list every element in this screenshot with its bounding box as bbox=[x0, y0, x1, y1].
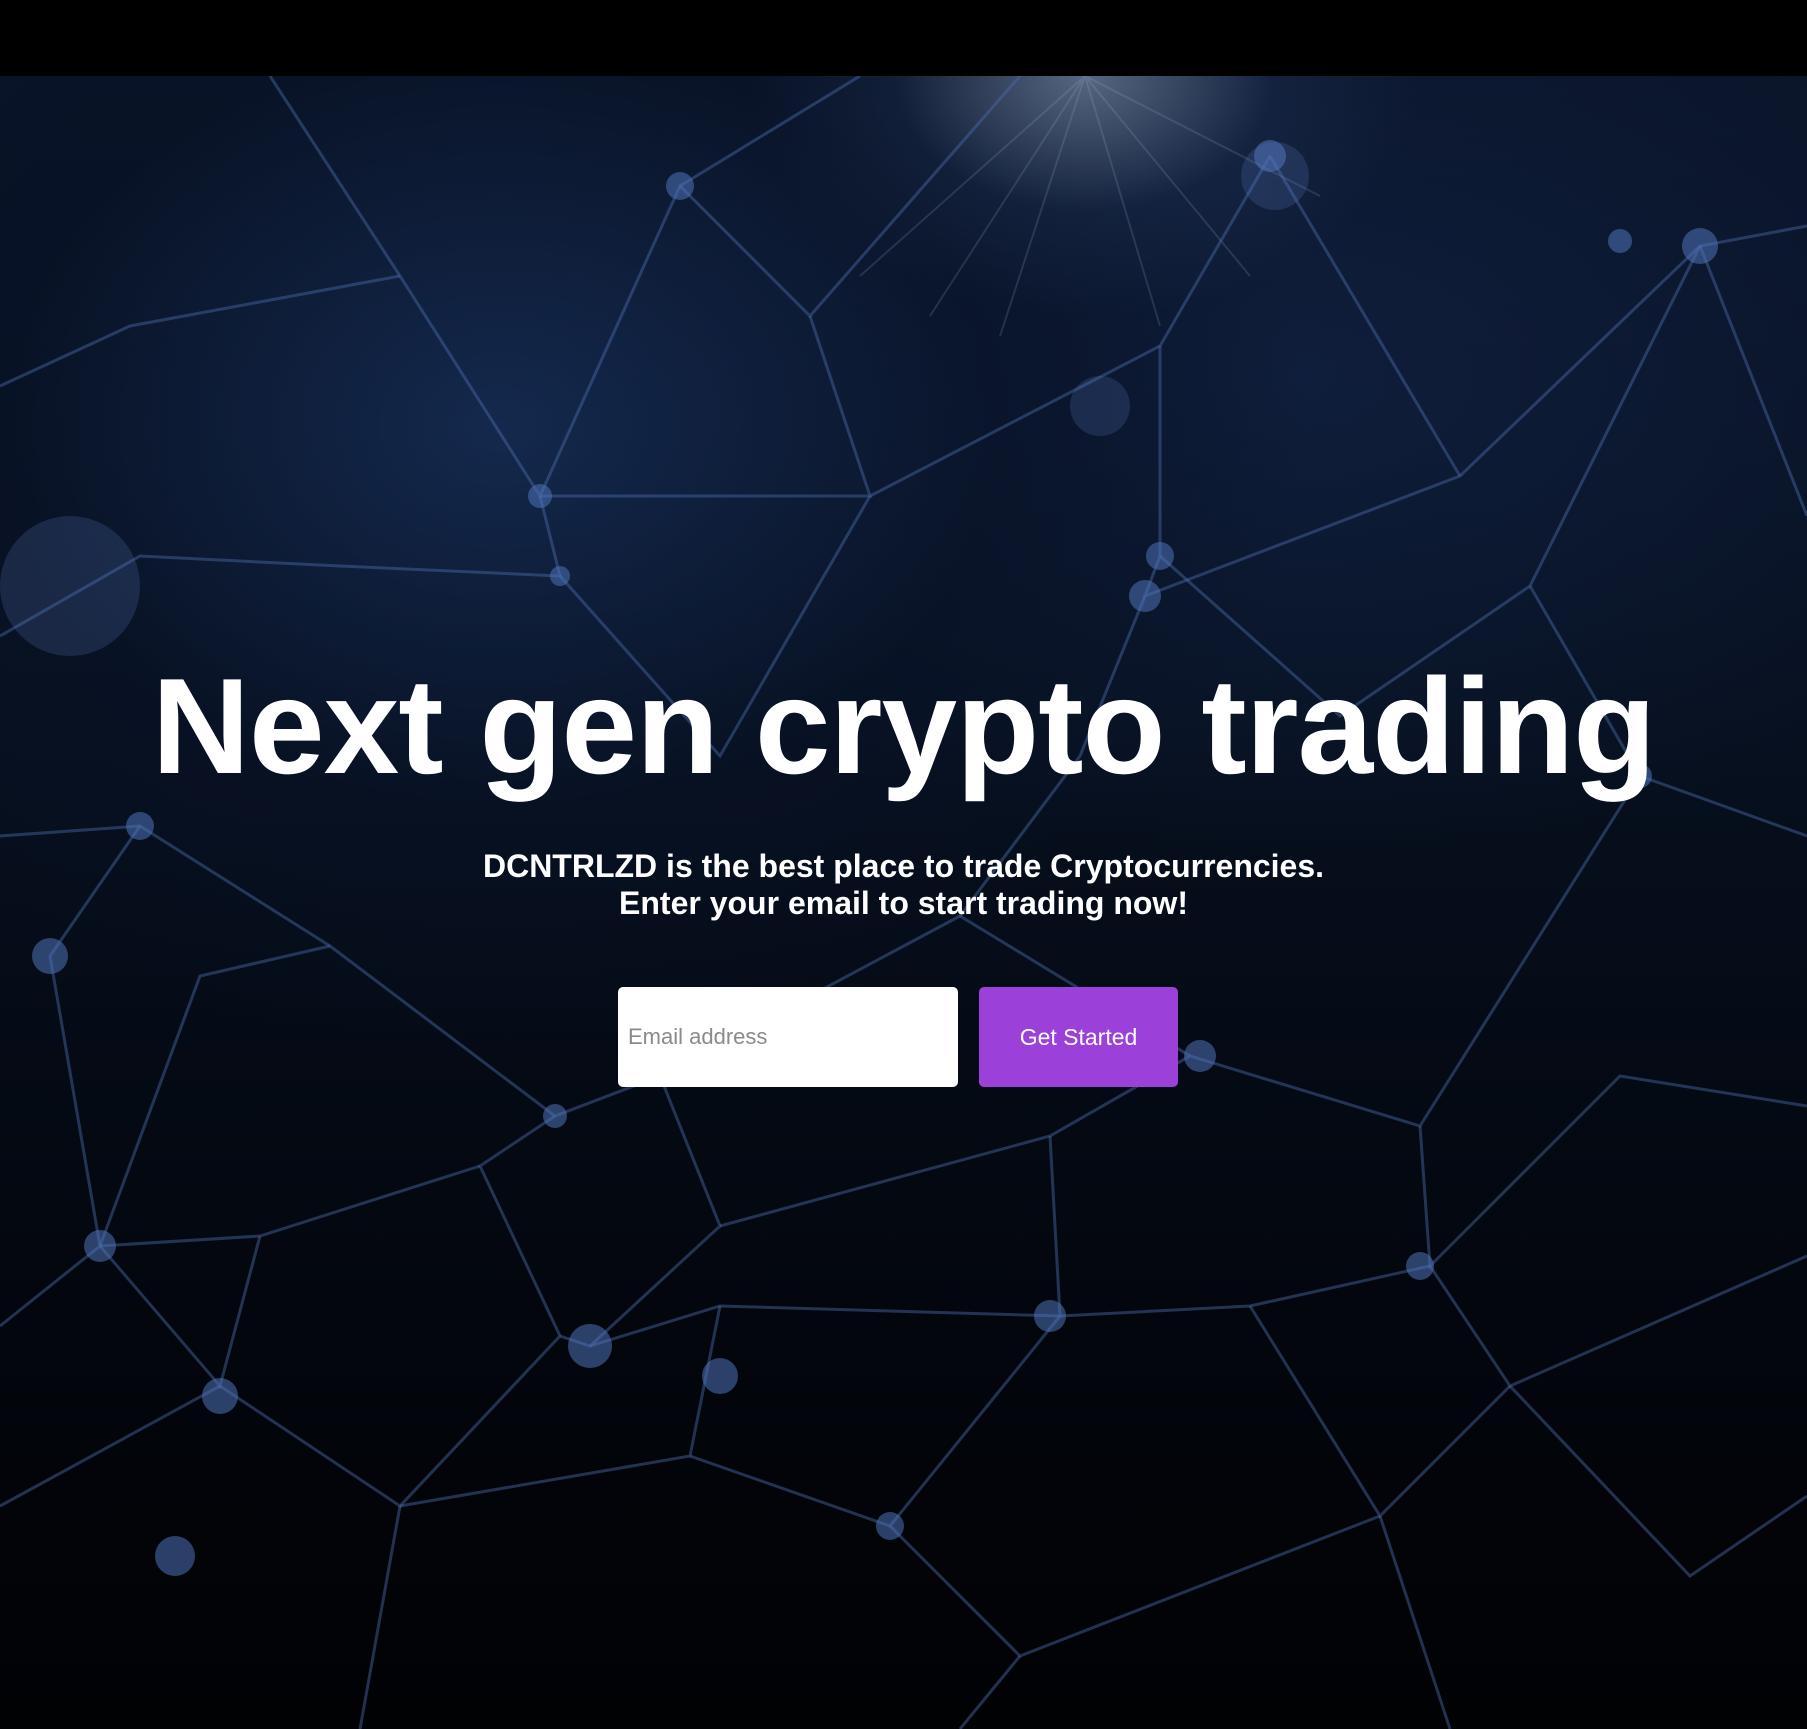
email-input[interactable] bbox=[618, 987, 958, 1087]
get-started-button[interactable]: Get Started bbox=[979, 987, 1178, 1087]
hero-subtitle: DCNTRLZD is the best place to trade Cryp… bbox=[0, 848, 1807, 922]
top-bar bbox=[0, 0, 1807, 76]
hero-subtitle-line-2: Enter your email to start trading now! bbox=[619, 885, 1188, 921]
hero-headline: Next gen crypto trading bbox=[151, 650, 1656, 802]
signup-form: Get Started bbox=[618, 987, 1178, 1087]
hero-subtitle-line-1: DCNTRLZD is the best place to trade Cryp… bbox=[482, 848, 1325, 884]
hero-section: Next gen crypto trading DCNTRLZD is the … bbox=[0, 76, 1807, 1729]
